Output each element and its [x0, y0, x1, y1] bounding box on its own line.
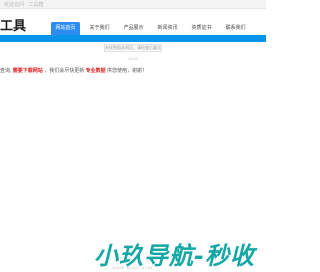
nav-item-certificates[interactable]: 资质证书 — [187, 22, 216, 35]
message-suffix: 供您使用，谢谢！ — [107, 68, 148, 74]
nav-item-contact[interactable]: 联系我们 — [221, 22, 250, 35]
site-logo[interactable]: 工具 — [0, 15, 26, 34]
notice-box: 未找到相关网页，请检查后重试 — [104, 44, 162, 52]
date-text: 11-02 — [128, 56, 138, 61]
top-bar: 欢迎访问 · 工具箱 — [0, 0, 266, 9]
message-prefix: 查询, — [0, 68, 12, 74]
message-middle: ，我们会尽快更新 — [44, 68, 85, 74]
footer-text: 版权所有 · 联系我们 · 关于我们 — [112, 266, 154, 270]
nav-item-products[interactable]: 产品展示 — [119, 22, 148, 35]
top-bar-text: 欢迎访问 · 工具箱 — [4, 2, 44, 8]
message-line: 查询, 需要下载网站 ，我们会尽快更新 专业数据 供您使用，谢谢！ — [0, 67, 147, 74]
message-highlight-data[interactable]: 专业数据 — [86, 68, 106, 74]
message-highlight-download[interactable]: 需要下载网站 — [13, 68, 43, 74]
nav-item-news[interactable]: 新闻资讯 — [153, 22, 182, 35]
site-header: 工具 网站首页 关于我们 产品展示 新闻资讯 资质证书 联系我们 — [0, 9, 266, 35]
nav-item-home[interactable]: 网站首页 — [51, 22, 80, 35]
blue-banner — [0, 35, 266, 42]
nav-item-about[interactable]: 关于我们 — [85, 22, 114, 35]
